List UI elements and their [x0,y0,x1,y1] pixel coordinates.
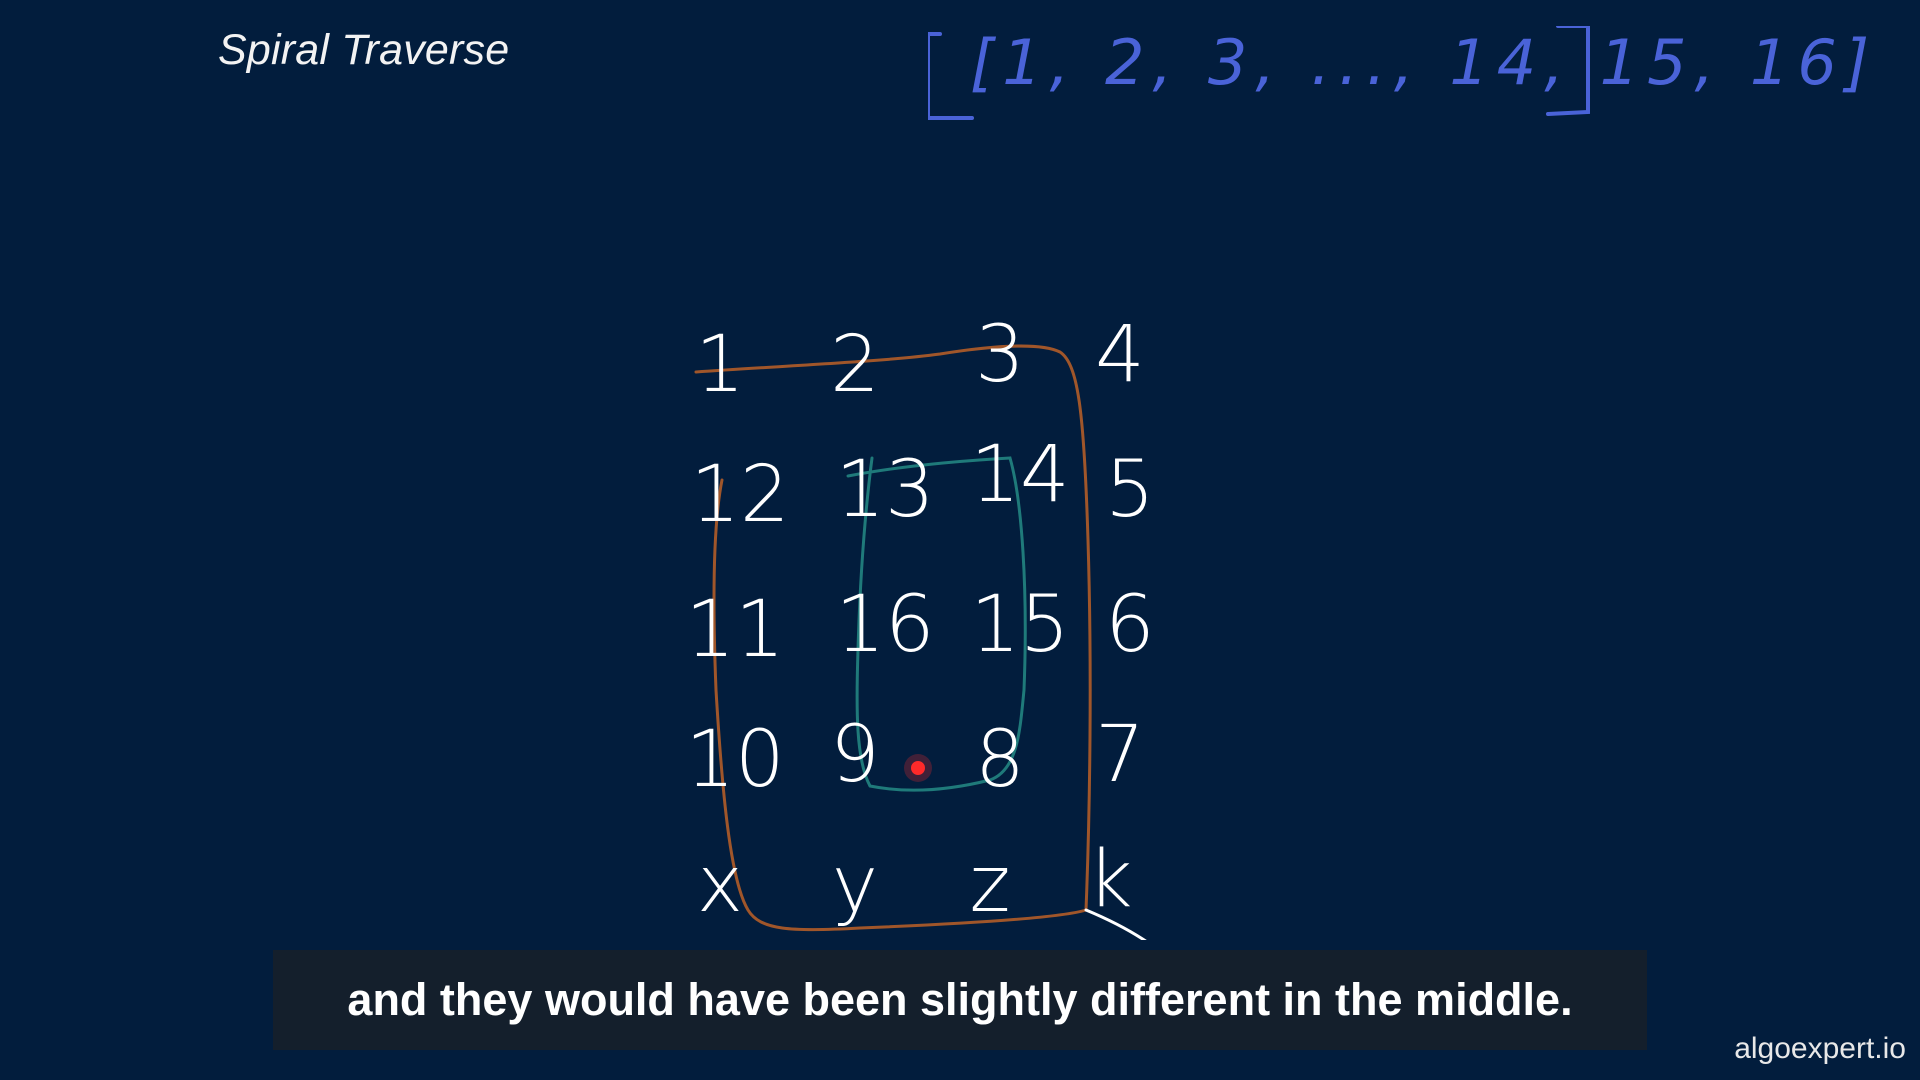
matrix-cell: 1 [695,320,745,410]
matrix-cell: 10 [685,715,785,805]
matrix-cell: 2 [830,320,880,410]
matrix-cell: 6 [1105,580,1155,670]
matrix-cell: x [696,840,744,930]
video-frame: Spiral Traverse [1, 2, 3, ..., 14, 15, 1… [0,0,1920,1080]
matrix-cell: 12 [690,450,790,540]
matrix-cell: 15 [970,580,1070,670]
matrix-cell: 13 [835,445,935,535]
matrix-cell: k [1087,835,1133,925]
matrix-cell: 11 [685,585,785,675]
matrix-cell: 14 [970,430,1070,520]
matrix-cell: 3 [975,310,1025,400]
matrix-cell: z [969,840,1011,930]
matrix-cell: 8 [975,715,1025,805]
matrix-cell: 5 [1105,445,1155,535]
matrix-cell: y [831,840,879,930]
matrix-cell: 16 [835,580,935,670]
watermark: algoexpert.io [1734,1032,1906,1065]
matrix-cell: 9 [830,710,880,800]
matrix-diagram: 1 2 3 4 12 13 14 5 11 16 15 6 10 9 8 7 x… [660,290,1200,940]
matrix-cell: 7 [1095,710,1145,800]
caption-bar: and they would have been slightly differ… [273,950,1647,1050]
slide-title: Spiral Traverse [218,26,510,74]
output-array-values: [1, 2, 3, ..., 14, 15, 16] [970,26,1878,99]
matrix-cell: 4 [1095,310,1145,400]
caption-text: and they would have been slightly differ… [347,974,1573,1025]
output-array: [1, 2, 3, ..., 14, 15, 16] [926,24,1869,122]
